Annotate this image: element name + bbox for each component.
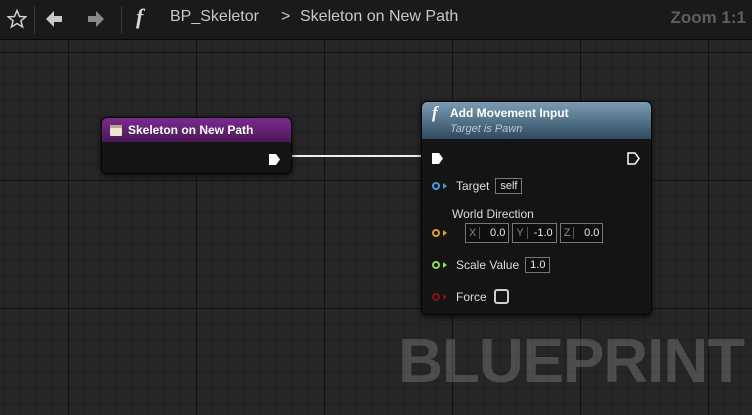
exec-out-pin[interactable] (627, 150, 640, 169)
event-icon (110, 124, 122, 136)
axis-value: -1.0 (533, 227, 553, 239)
world-direction-label: World Direction (452, 207, 534, 221)
force-pin-row: Force (432, 289, 509, 304)
axis-label: Z (561, 227, 575, 239)
pin-arrow-icon (443, 262, 452, 268)
target-pin[interactable] (432, 182, 440, 190)
pin-arrow-icon (443, 230, 452, 236)
scale-value-label: Scale Value (456, 258, 520, 272)
world-direction-pin[interactable] (432, 229, 440, 237)
event-node-header[interactable]: Skeleton on New Path (102, 118, 291, 142)
exec-out-pin[interactable] (268, 151, 281, 170)
scale-value-pin-row: Scale Value 1.0 (432, 257, 551, 273)
exec-in-pin[interactable] (431, 150, 444, 169)
target-pin-row: Target self (432, 178, 523, 194)
vector-z-field[interactable]: Z 0.0 (559, 223, 604, 243)
world-direction-pin-row: X 0.0 Y -1.0 Z 0.0 (432, 223, 606, 243)
vector-y-field[interactable]: Y -1.0 (512, 223, 557, 243)
pin-arrow-icon (443, 183, 452, 189)
scale-value-field[interactable]: 1.0 (525, 257, 551, 273)
axis-label: X (466, 227, 481, 239)
function-icon: f (432, 103, 438, 122)
blueprint-watermark: BLUEPRINT (398, 327, 745, 396)
target-value[interactable]: self (495, 178, 523, 194)
target-label: Target (456, 179, 490, 193)
axis-label: Y (513, 227, 528, 239)
axis-value: 0.0 (584, 227, 600, 239)
axis-value: 0.0 (490, 227, 506, 239)
vector-x-field[interactable]: X 0.0 (465, 223, 510, 243)
force-checkbox[interactable] (493, 289, 509, 304)
event-node-title: Skeleton on New Path (128, 123, 254, 137)
force-pin[interactable] (432, 292, 440, 301)
event-node[interactable]: Skeleton on New Path (101, 117, 292, 174)
function-node-header[interactable]: f Add Movement Input Target is Pawn (422, 102, 651, 139)
function-node-subtitle: Target is Pawn (450, 123, 523, 135)
function-node[interactable]: f Add Movement Input Target is Pawn Targ… (421, 101, 652, 315)
pin-arrow-icon (443, 293, 452, 300)
force-label: Force (456, 289, 487, 304)
scale-value-pin[interactable] (432, 261, 440, 269)
function-node-title: Add Movement Input (450, 106, 569, 120)
